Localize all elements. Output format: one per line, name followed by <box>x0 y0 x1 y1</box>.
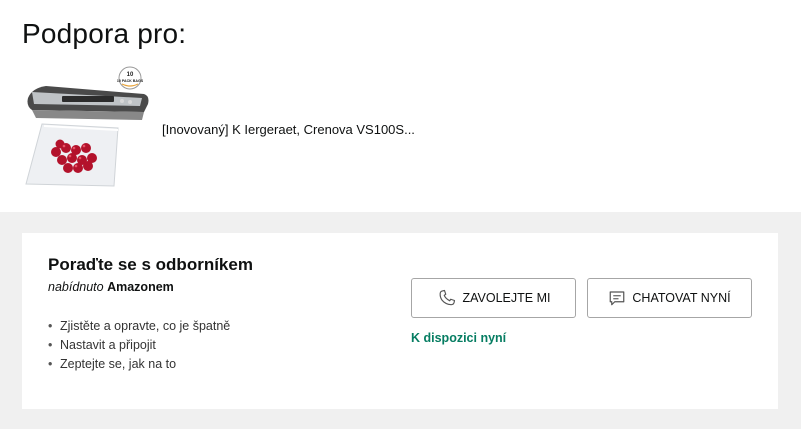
chat-icon <box>610 291 625 306</box>
chat-now-button[interactable]: CHATOVAT NYNÍ <box>587 278 752 318</box>
product-title[interactable]: [Inovovaný] K Iergeraet, Crenova VS100S.… <box>162 122 415 137</box>
list-item: Zeptejte se, jak na to <box>48 355 230 374</box>
chat-button-label: CHATOVAT NYNÍ <box>632 291 731 305</box>
benefits-list: Zjistěte a opravte, co je špatně Nastavi… <box>48 317 230 374</box>
availability-status: K dispozici nyní <box>411 331 507 345</box>
support-panel: Poraďte se s odborníkem nabídnuto Amazon… <box>0 212 801 429</box>
offered-brand: Amazonem <box>107 280 174 294</box>
call-button-label: ZAVOLEJTE MI <box>462 291 551 305</box>
badge-label: 10 PACK BAGS <box>117 79 144 83</box>
card-heading: Poraďte se s odborníkem <box>48 255 253 274</box>
product-section: Podpora pro: 10 10 PACK BAGS [Inovovaný]… <box>0 0 801 212</box>
product-image[interactable]: 10 10 PACK BAGS <box>22 66 152 190</box>
offered-by: nabídnuto Amazonem <box>48 280 174 294</box>
page-title: Podpora pro: <box>22 18 187 49</box>
list-item: Nastavit a připojit <box>48 336 230 355</box>
expert-card: Poraďte se s odborníkem nabídnuto Amazon… <box>22 233 778 409</box>
call-me-button[interactable]: ZAVOLEJTE MI <box>411 278 576 318</box>
svg-text:10: 10 <box>127 72 134 78</box>
offered-prefix: nabídnuto <box>48 280 104 294</box>
list-item: Zjistěte a opravte, co je špatně <box>48 317 230 336</box>
product-row[interactable]: 10 10 PACK BAGS [Inovovaný] K Iergeraet,… <box>22 66 452 190</box>
phone-icon <box>439 289 455 306</box>
